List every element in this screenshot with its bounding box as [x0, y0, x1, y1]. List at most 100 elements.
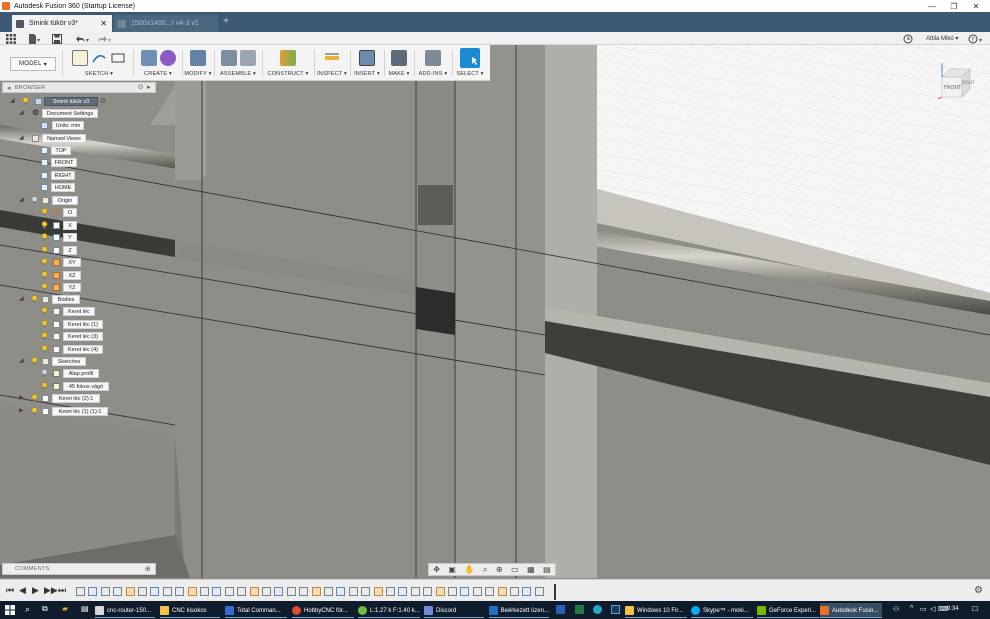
people-icon[interactable]: ⚇: [893, 605, 899, 613]
browser-body-keret-lec[interactable]: Keret léc: [63, 307, 95, 316]
extrude-icon[interactable]: [140, 50, 157, 66]
timeline-feature-icon[interactable]: [299, 587, 309, 596]
view-cube[interactable]: FRONT RIGHT: [936, 63, 975, 100]
tab-smink-tukor[interactable]: Smink tükör v3* ✕: [12, 15, 112, 32]
viewcube-front-label[interactable]: FRONT: [944, 85, 962, 91]
collapsed-triangle-icon[interactable]: ▶: [19, 407, 24, 414]
timeline-feature-icon[interactable]: [336, 587, 346, 596]
lightbulb-icon[interactable]: [31, 407, 38, 415]
expand-triangle-icon[interactable]: ◢: [10, 97, 15, 104]
taskbar-item-hobbycnc[interactable]: HobbyCNC fór...: [292, 603, 354, 618]
taskbar-item-outlook[interactable]: Beérkezett üzen...: [489, 603, 549, 618]
insert-image-icon[interactable]: [359, 50, 375, 66]
select-cursor-icon[interactable]: [460, 48, 480, 68]
timeline-feature-icon[interactable]: [448, 587, 457, 596]
lightbulb-icon[interactable]: [41, 258, 48, 266]
zoom-icon[interactable]: ⌕: [483, 565, 487, 575]
orbit-icon[interactable]: ✥: [433, 565, 440, 574]
expand-triangle-icon[interactable]: ◢: [19, 134, 24, 141]
sketch-menu[interactable]: SKETCH ▾: [66, 71, 132, 77]
notepad-icon[interactable]: ▤: [81, 604, 89, 613]
timeline-feature-icon[interactable]: [472, 587, 482, 596]
timeline-feature-icon[interactable]: [324, 587, 333, 596]
taskbar-item-windows-10[interactable]: Windows 10 Fir...: [625, 603, 687, 618]
timeline-feature-icon[interactable]: [286, 587, 296, 596]
timeline-marker[interactable]: [554, 584, 556, 600]
addins-group[interactable]: ADD-INS ▾: [416, 47, 450, 79]
taskbar-item-geforce[interactable]: GeForce Experi...: [757, 603, 819, 618]
timeline-feature-icon[interactable]: [497, 587, 507, 596]
modify-menu[interactable]: MODIFY ▾: [184, 71, 212, 77]
browser-root[interactable]: Smink tükör v3: [44, 97, 98, 106]
timeline-feature-icon[interactable]: [435, 587, 445, 596]
timeline-feature-icon[interactable]: [200, 587, 209, 596]
fit-zoom-icon[interactable]: ⊕: [496, 565, 503, 574]
timeline-feature-icon[interactable]: [510, 587, 519, 596]
lightbulb-icon[interactable]: [41, 345, 48, 353]
timeline-feature-icon[interactable]: [175, 587, 185, 596]
lightbulb-icon[interactable]: [41, 307, 48, 315]
construct-group[interactable]: CONSTRUCT ▾: [264, 47, 312, 79]
gear-icon[interactable]: ⚙: [974, 585, 983, 596]
browser-sketches[interactable]: Sketches: [52, 357, 86, 366]
form-icon[interactable]: [159, 50, 176, 66]
addins-menu[interactable]: ADD-INS ▾: [416, 71, 450, 77]
line-tool-icon[interactable]: [91, 50, 107, 66]
timeline-play-icon[interactable]: ▶: [32, 585, 39, 596]
lightbulb-icon[interactable]: [31, 196, 38, 204]
activate-radio-icon[interactable]: ⊙: [100, 97, 106, 105]
notification-icon[interactable]: ☐: [972, 605, 978, 613]
taskbar-item-fusion[interactable]: Autodesk Fusio...: [820, 603, 882, 618]
offset-plane-icon[interactable]: [280, 50, 296, 66]
lightbulb-icon[interactable]: [41, 320, 48, 328]
create-menu[interactable]: CREATE ▾: [136, 71, 180, 77]
search-icon[interactable]: ⌕: [25, 604, 30, 615]
rectangle-tool-icon[interactable]: [110, 50, 126, 66]
word-icon[interactable]: [556, 605, 565, 614]
new-component-icon[interactable]: [220, 50, 237, 66]
lightbulb-icon[interactable]: [41, 221, 48, 229]
clock-text[interactable]: 9:34: [947, 606, 959, 612]
browser-pin-icon[interactable]: ▸: [147, 83, 151, 91]
timeline-end-icon[interactable]: ⏭: [58, 585, 66, 596]
timeline-feature-icon[interactable]: [224, 587, 234, 596]
network-icon[interactable]: ▭: [920, 605, 927, 613]
timeline-feature-icon[interactable]: [361, 587, 371, 596]
select-group[interactable]: SELECT ▾: [454, 47, 486, 79]
excel-icon[interactable]: [575, 605, 584, 614]
select-menu[interactable]: SELECT ▾: [454, 71, 486, 77]
inspect-group[interactable]: INSPECT ▾: [316, 47, 348, 79]
taskbar-item-discord[interactable]: Discord: [424, 603, 484, 618]
timeline-prev-icon[interactable]: ◀: [19, 585, 26, 596]
comments-panel-header[interactable]: COMMENTS ⊕: [2, 563, 156, 575]
lightbulb-icon[interactable]: [41, 246, 48, 254]
browser-options-icon[interactable]: ⊙: [138, 83, 144, 91]
timeline-feature-icon[interactable]: [485, 587, 495, 596]
grid-settings-icon[interactable]: ▦: [527, 565, 535, 574]
browser-body-keret-lec-4[interactable]: Keret léc (4): [63, 345, 103, 354]
browser-axis-x[interactable]: X: [63, 221, 77, 230]
lightbulb-icon[interactable]: [41, 332, 48, 340]
browser-plane-xy[interactable]: XY: [63, 258, 81, 267]
close-tab-icon[interactable]: ✕: [100, 19, 107, 28]
timeline-feature-icon[interactable]: [274, 587, 284, 596]
timeline-start-icon[interactable]: ⏮: [6, 585, 14, 596]
timeline-feature-icon[interactable]: [373, 587, 383, 596]
insert-group[interactable]: INSERT ▾: [352, 47, 382, 79]
taskbar-item-skype[interactable]: Skype™ - moki...: [691, 603, 753, 618]
create-sketch-icon[interactable]: [72, 50, 88, 66]
workspace-switcher[interactable]: MODEL ▾: [10, 57, 56, 71]
timeline-feature-icon[interactable]: [460, 587, 470, 596]
expand-triangle-icon[interactable]: ◢: [19, 196, 24, 203]
timeline-feature-icon[interactable]: [100, 587, 110, 596]
timeline-feature-icon[interactable]: [88, 587, 98, 596]
modify-group[interactable]: MODIFY ▾: [184, 47, 212, 79]
lightbulb-icon[interactable]: [31, 295, 38, 303]
assemble-menu[interactable]: ASSEMBLE ▾: [216, 71, 260, 77]
expand-triangle-icon[interactable]: ◢: [19, 357, 24, 364]
taskbar-item-cnc-kisokos[interactable]: CNC kisokos: [160, 603, 220, 618]
browser-panel-header[interactable]: ◂ BROWSER ▸ ⊙: [2, 82, 156, 93]
browser-view-right[interactable]: RIGHT: [51, 171, 75, 180]
timeline-feature-icon[interactable]: [187, 587, 197, 596]
browser-component-keret-lec-1-1[interactable]: Keret léc (1) (1):1: [52, 407, 108, 416]
